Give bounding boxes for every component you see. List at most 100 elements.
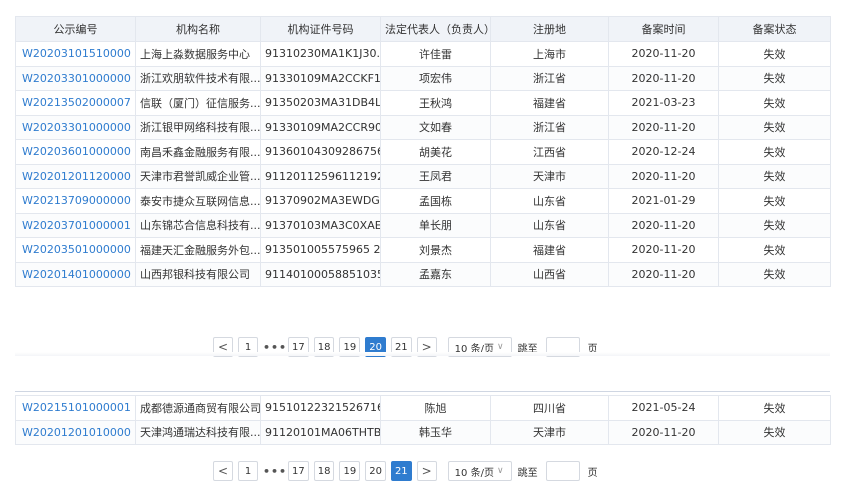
page-size-label: 10 条/页 [454,467,494,479]
chevron-right-icon[interactable]: > [416,461,437,481]
record-id-link[interactable]: W20213709000000 [15,188,136,214]
table-row: W20201201010000 天津鸿通瑞达科技有限... 91120101MA06… [15,419,831,445]
cert-no-cell: 91330109MA2CCR90... [260,114,381,140]
table-row: W20203301000000 浙江欢朋软件技术有限... 91330109MA2C… [15,65,831,91]
record-id-link[interactable]: W20203501000000 [15,237,136,263]
cert-no-cell: 91510122321526716R [260,395,381,421]
col-header-region[interactable]: 注册地 [490,16,609,42]
page-button[interactable]: 19 [339,461,361,481]
chevron-down-icon: ∨ [496,466,504,476]
jump-page-input[interactable] [545,461,580,481]
cert-no-cell: 911401000588510351 [260,261,381,287]
col-header-legal-rep[interactable]: 法定代表人（负责人） [380,16,491,42]
page-button-first[interactable]: 1 [238,461,258,481]
table-row: W20213502000007 信联（厦门）征信服务... 91350203MA31… [15,90,831,116]
date-cell: 2020-11-20 [608,163,719,189]
record-table-page-21: W20215101000001 成都德源通商贸有限公司 91510122321526… [15,395,831,445]
col-header-date[interactable]: 备案时间 [608,16,719,42]
table-row: W20203101510000 上海上淼数据服务中心 91310230MA1K1J3… [15,41,831,67]
record-id-link[interactable]: W20201201010000 [15,419,136,445]
record-id-link[interactable]: W20203101510000 [15,41,136,67]
cert-no-cell: 91310230MA1K1J30... [260,41,381,67]
pagination-page-21: <1 ••• 17 18 19 20 21 >10 条/页 ∨ 跳至 页 [213,461,598,481]
record-id-link[interactable]: W20201201120000 [15,163,136,189]
status-cell: 失效 [718,41,831,67]
region-cell: 山东省 [490,188,609,214]
date-cell: 2021-01-29 [608,188,719,214]
page-button[interactable]: 18 [313,461,335,481]
org-name-cell: 浙江银甲网络科技有限... [135,114,261,140]
col-header-org-name[interactable]: 机构名称 [135,16,261,42]
status-cell: 失效 [718,188,831,214]
date-cell: 2021-05-24 [608,395,719,421]
page-size-select[interactable]: 10 条/页 ∨ [447,461,512,481]
org-name-cell: 上海上淼数据服务中心 [135,41,261,67]
status-cell: 失效 [718,237,831,263]
legal-rep-cell: 胡美花 [380,139,491,165]
legal-rep-cell: 刘景杰 [380,237,491,263]
table-row: W20203501000000 福建天汇金融服务外包... 913501005575… [15,237,831,263]
page-button[interactable]: 20 [365,461,386,481]
status-cell: 失效 [718,139,831,165]
col-header-status[interactable]: 备案状态 [718,16,831,42]
status-cell: 失效 [718,419,831,445]
status-cell: 失效 [718,261,831,287]
chevron-down-icon: ∨ [496,342,504,352]
chevron-left-icon[interactable]: < [213,461,233,481]
region-cell: 天津市 [490,163,609,189]
date-cell: 2020-11-20 [608,237,719,263]
record-id-link[interactable]: W20203301000000 [15,114,136,140]
region-cell: 浙江省 [490,114,609,140]
record-id-link[interactable]: W20215101000001 [15,395,136,421]
date-cell: 2020-12-24 [608,139,719,165]
org-name-cell: 成都德源通商贸有限公司 [135,395,261,421]
page-unit-label: 页 [587,467,598,479]
status-cell: 失效 [718,163,831,189]
region-cell: 天津市 [490,419,609,445]
org-name-cell: 信联（厦门）征信服务... [135,90,261,116]
legal-rep-cell: 单长朋 [380,212,491,238]
region-cell: 浙江省 [490,65,609,91]
legal-rep-cell: 王秋鸿 [380,90,491,116]
date-cell: 2020-11-20 [608,212,719,238]
cert-no-cell: 91120112596112192J [260,163,381,189]
date-cell: 2020-11-20 [608,41,719,67]
legal-rep-cell: 许佳雷 [380,41,491,67]
cert-no-cell: 91350203MA31DB4L... [260,90,381,116]
table-row: W20203601000000 南昌禾鑫金融服务有限... 913601043092… [15,139,831,165]
date-cell: 2021-03-23 [608,90,719,116]
region-cell: 福建省 [490,237,609,263]
col-header-cert-no[interactable]: 机构证件号码 [260,16,381,42]
record-id-link[interactable]: W20203701000001 [15,212,136,238]
table-row: W20203701000001 山东锦芯合信息科技有... 91370103MA3C… [15,212,831,238]
table-row: W20203301000000 浙江银甲网络科技有限... 91330109MA2C… [15,114,831,140]
region-cell: 上海市 [490,41,609,67]
status-cell: 失效 [718,114,831,140]
org-name-cell: 山东锦芯合信息科技有... [135,212,261,238]
table-row: W20213709000000 泰安市捷众互联网信息... 91370902MA3E… [15,188,831,214]
record-id-link[interactable]: W20201401000000 [15,261,136,287]
record-id-link[interactable]: W20203601000000 [15,139,136,165]
legal-rep-cell: 文如春 [380,114,491,140]
org-name-cell: 南昌禾鑫金融服务有限... [135,139,261,165]
cert-no-cell: 913601043092867567 [260,139,381,165]
org-name-cell: 福建天汇金融服务外包... [135,237,261,263]
legal-rep-cell: 王凤君 [380,163,491,189]
table-row: W20215101000001 成都德源通商贸有限公司 91510122321526… [15,395,831,421]
record-id-link[interactable]: W20203301000000 [15,65,136,91]
region-cell: 山西省 [490,261,609,287]
org-name-cell: 泰安市捷众互联网信息... [135,188,261,214]
org-name-cell: 浙江欢朋软件技术有限... [135,65,261,91]
page-button[interactable]: 17 [288,461,309,481]
page-button[interactable]: 21 [390,461,412,481]
legal-rep-cell: 陈旭 [380,395,491,421]
date-cell: 2020-11-20 [608,419,719,445]
record-id-link[interactable]: W20213502000007 [15,90,136,116]
cert-no-cell: 913501005575965 26Y [260,237,381,263]
legal-rep-cell: 孟嘉东 [380,261,491,287]
status-cell: 失效 [718,395,831,421]
jump-label: 跳至 [517,467,538,479]
ellipsis-icon[interactable]: ••• [263,465,286,478]
col-header-id[interactable]: 公示编号 [15,16,136,42]
region-cell: 江西省 [490,139,609,165]
